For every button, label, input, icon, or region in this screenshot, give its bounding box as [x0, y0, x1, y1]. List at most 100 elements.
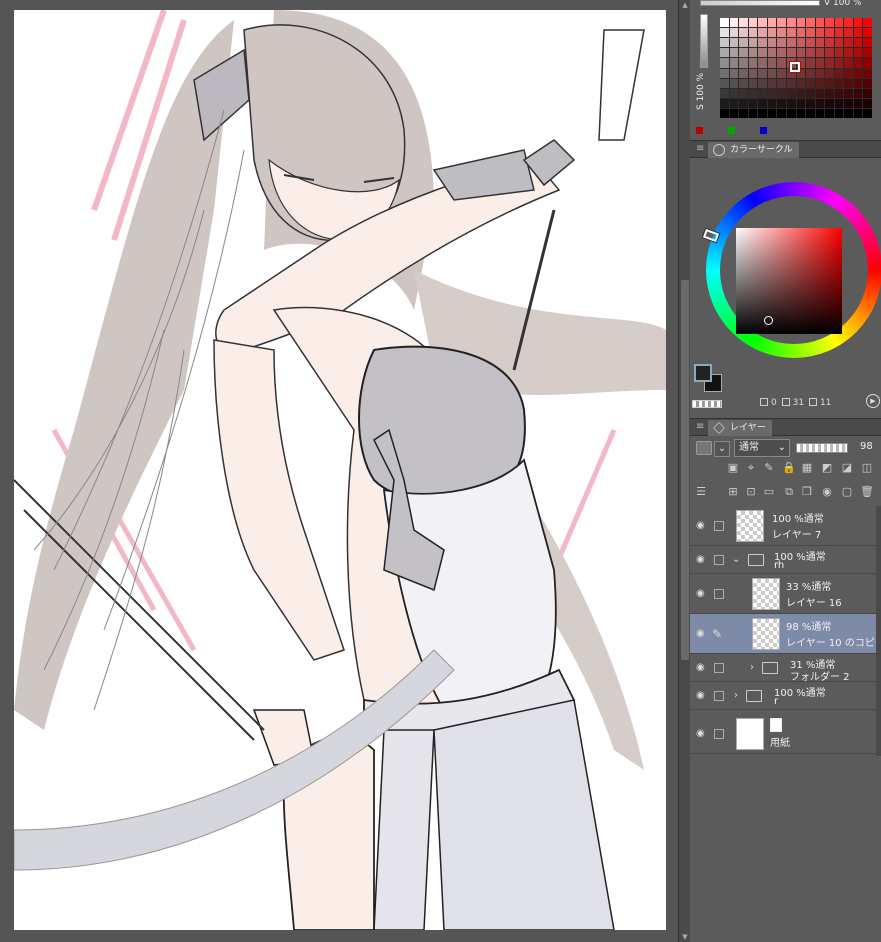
color-swatch[interactable] [796, 98, 806, 108]
color-swatch[interactable] [739, 38, 748, 48]
color-swatch[interactable] [806, 48, 815, 58]
color-swatch[interactable] [825, 58, 834, 68]
color-swatch[interactable] [844, 88, 853, 98]
red-channel-icon[interactable] [696, 127, 703, 134]
color-swatch[interactable] [758, 48, 767, 58]
color-swatch[interactable] [863, 18, 872, 28]
value-slider[interactable] [700, 0, 820, 6]
layer-row[interactable]: ◉ 33 %通常 レイヤー 16 [690, 574, 876, 614]
color-swatch[interactable] [796, 38, 806, 48]
color-swatch[interactable] [739, 18, 748, 28]
color-swatch[interactable] [777, 68, 786, 78]
color-swatch[interactable] [815, 48, 825, 58]
delete-layer-icon[interactable]: 🗑 [860, 485, 874, 499]
color-swatch[interactable] [748, 38, 758, 48]
color-swatch[interactable] [748, 58, 758, 68]
color-swatch[interactable] [748, 108, 758, 118]
color-swatch[interactable] [758, 68, 767, 78]
color-swatch[interactable] [825, 28, 834, 38]
lock-transparent-icon[interactable]: ▦ [800, 461, 814, 475]
layer-mask-icon[interactable]: ◉ [820, 485, 834, 499]
color-swatch[interactable] [825, 68, 834, 78]
color-swatch[interactable] [720, 108, 729, 118]
color-swatch[interactable] [796, 28, 806, 38]
color-swatch[interactable] [777, 58, 786, 68]
color-swatch[interactable] [825, 78, 834, 88]
color-swatch[interactable] [825, 88, 834, 98]
color-swatch[interactable] [834, 28, 844, 38]
color-swatch[interactable] [806, 98, 815, 108]
color-swatch[interactable] [796, 88, 806, 98]
reference-icon[interactable]: ⌖ [744, 461, 758, 475]
color-swatch[interactable] [767, 18, 777, 28]
color-swatch[interactable] [844, 48, 853, 58]
color-swatch[interactable] [853, 98, 863, 108]
color-swatch[interactable] [844, 18, 853, 28]
layer-list-icon[interactable]: ☰ [694, 485, 708, 499]
color-swatch[interactable] [844, 98, 853, 108]
color-swatch[interactable] [729, 88, 739, 98]
color-swatch[interactable] [739, 108, 748, 118]
color-swatch[interactable] [863, 108, 872, 118]
scrollbar-thumb[interactable] [681, 280, 689, 660]
color-swatch[interactable] [720, 58, 729, 68]
eye-icon[interactable]: ◉ [696, 690, 708, 701]
new-vector-layer-icon[interactable]: ⊡ [744, 485, 758, 499]
color-swatch[interactable] [777, 108, 786, 118]
color-swatch[interactable] [739, 48, 748, 58]
color-swatch[interactable] [739, 98, 748, 108]
color-swatch[interactable] [748, 78, 758, 88]
color-swatch[interactable] [834, 108, 844, 118]
color-swatch[interactable] [796, 108, 806, 118]
color-swatch[interactable] [767, 78, 777, 88]
apply-mask-icon[interactable]: ▢ [840, 485, 854, 499]
saturation-value-square[interactable] [736, 228, 842, 334]
color-swatch[interactable] [729, 68, 739, 78]
color-swatch[interactable] [815, 28, 825, 38]
color-swatch[interactable] [863, 98, 872, 108]
color-swatch[interactable] [863, 28, 872, 38]
color-swatch[interactable] [758, 98, 767, 108]
color-swatch[interactable] [853, 38, 863, 48]
panel-menu-icon[interactable]: ≡ [696, 143, 704, 154]
color-swatch[interactable] [853, 28, 863, 38]
tab-layer[interactable]: レイヤー [708, 420, 772, 436]
paper-layer-row[interactable]: ◉ 用紙 [690, 714, 876, 754]
blend-mode-select[interactable]: 通常 ⌄ [734, 439, 790, 457]
color-swatch[interactable] [863, 88, 872, 98]
color-swatch[interactable] [767, 38, 777, 48]
color-swatch[interactable] [739, 28, 748, 38]
color-swatch[interactable] [863, 58, 872, 68]
color-swatch[interactable] [834, 98, 844, 108]
color-swatch[interactable] [739, 88, 748, 98]
effect-icon[interactable]: ◫ [860, 461, 874, 475]
color-swatch[interactable] [720, 98, 729, 108]
color-swatch[interactable] [748, 88, 758, 98]
layer-color-toggle[interactable] [696, 441, 712, 455]
color-swatch[interactable] [729, 18, 739, 28]
color-swatch[interactable] [853, 88, 863, 98]
color-swatch[interactable] [796, 48, 806, 58]
color-swatch[interactable] [720, 48, 729, 58]
color-swatch[interactable] [729, 38, 739, 48]
palette-color-icon[interactable]: ◪ [840, 461, 854, 475]
layer-folder-row[interactable]: ◉ › 100 %通常 r [690, 682, 876, 710]
color-swatch[interactable] [834, 48, 844, 58]
opacity-slider[interactable] [796, 443, 848, 453]
color-swatch[interactable] [863, 38, 872, 48]
color-swatch[interactable] [844, 58, 853, 68]
color-swatch[interactable] [786, 28, 796, 38]
color-swatch[interactable] [729, 98, 739, 108]
color-swatch[interactable] [796, 18, 806, 28]
color-swatch[interactable] [720, 38, 729, 48]
color-swatch[interactable] [786, 108, 796, 118]
layer-row[interactable]: ◉ 100 %通常 レイヤー 7 [690, 506, 876, 546]
color-swatch[interactable] [777, 18, 786, 28]
color-swatch[interactable] [853, 78, 863, 88]
color-swatch[interactable] [786, 18, 796, 28]
eye-icon[interactable]: ◉ [696, 728, 708, 739]
color-swatch[interactable] [815, 18, 825, 28]
color-swatch[interactable] [863, 68, 872, 78]
color-swatch[interactable] [806, 18, 815, 28]
color-swatch[interactable] [720, 18, 729, 28]
